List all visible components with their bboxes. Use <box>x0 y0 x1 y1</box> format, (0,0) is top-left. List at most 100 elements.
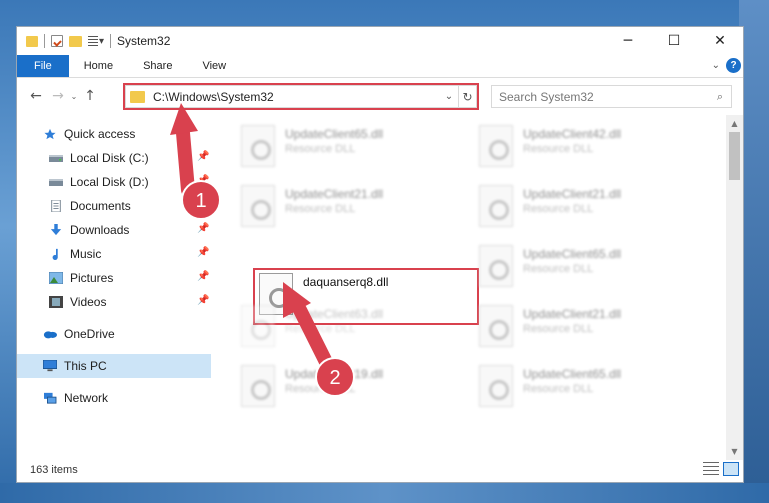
sidebar-item-label: Downloads <box>70 223 130 237</box>
dll-file-icon <box>241 185 275 227</box>
dll-file-icon <box>479 125 513 167</box>
sidebar-item-label: Pictures <box>70 271 114 285</box>
vertical-scrollbar[interactable]: ▲ ▼ <box>726 115 743 460</box>
documents-icon <box>51 200 61 212</box>
file-type: Resource DLL <box>285 323 356 335</box>
network-icon <box>44 392 57 404</box>
dll-file-icon <box>479 185 513 227</box>
large-icons-view-icon[interactable] <box>723 462 739 476</box>
properties-icon[interactable] <box>51 35 63 47</box>
file-name: UpdateClient65.dll <box>523 247 622 261</box>
scroll-up-icon[interactable]: ▲ <box>726 115 743 132</box>
pin-icon[interactable]: 📌 <box>197 295 209 306</box>
sidebar-item-quick-access[interactable]: Quick access <box>43 123 135 145</box>
chevron-down-icon: ▾ <box>99 35 105 47</box>
file-item[interactable]: UpdateClient65.dll Resource DLL <box>479 365 679 415</box>
file-name: UpdateClient65.dll <box>523 367 622 381</box>
file-name: UpdateClient21.dll <box>285 187 384 201</box>
sidebar-item-label: Music <box>70 247 102 261</box>
dll-file-icon <box>479 365 513 407</box>
file-item[interactable]: UpdateClient42.dll Resource DLL <box>479 125 679 175</box>
search-icon[interactable]: ⌕ <box>709 90 731 104</box>
sidebar-item-music[interactable]: Music <box>49 243 101 265</box>
computer-icon <box>43 360 57 372</box>
sidebar-item-label: Documents <box>70 199 131 213</box>
file-name: UpdateClient21.dll <box>523 187 622 201</box>
file-type: Resource DLL <box>523 383 594 395</box>
title-bar: ▾ System32 ─ ☐ ✕ <box>17 27 743 55</box>
tab-file[interactable]: File <box>17 55 69 77</box>
expand-ribbon-icon[interactable]: ⌄ <box>712 60 720 71</box>
toolbar-separator <box>44 34 45 48</box>
sidebar-item-onedrive[interactable]: OneDrive <box>43 323 115 345</box>
file-item[interactable]: UpdateClient19.dll Resource DLL <box>241 365 441 415</box>
forward-button[interactable]: → <box>47 88 69 104</box>
pin-icon[interactable]: 📌 <box>197 151 209 162</box>
file-name: UpdateClient63.dll <box>285 307 384 321</box>
file-item[interactable]: UpdateClient21.dll Resource DLL <box>479 305 679 355</box>
sidebar-item-this-pc[interactable]: This PC <box>43 355 107 377</box>
sidebar-item-documents[interactable]: Documents <box>49 195 131 217</box>
dll-file-icon <box>479 245 513 287</box>
maximize-button[interactable]: ☐ <box>651 27 697 55</box>
minimize-button[interactable]: ─ <box>605 27 651 55</box>
star-icon <box>44 128 56 140</box>
pin-icon[interactable]: 📌 <box>197 271 209 282</box>
new-folder-icon[interactable] <box>69 35 82 47</box>
sidebar-item-local-disk-c[interactable]: Local Disk (C:) <box>49 147 149 169</box>
close-button[interactable]: ✕ <box>697 27 743 55</box>
sidebar-item-label: OneDrive <box>64 327 115 341</box>
pin-icon[interactable]: 📌 <box>197 175 209 186</box>
file-type: Resource DLL <box>523 203 594 215</box>
details-view-icon[interactable] <box>703 462 719 476</box>
search-input[interactable]: Search System32 <box>499 90 709 104</box>
file-type: Resource DLL <box>285 143 356 155</box>
help-icon[interactable]: ? <box>726 58 741 73</box>
search-box[interactable]: Search System32 ⌕ <box>491 85 732 108</box>
up-button[interactable]: ↑ <box>79 88 101 104</box>
download-icon <box>50 224 62 236</box>
sidebar-item-label: Network <box>64 391 109 405</box>
pin-icon[interactable]: 📌 <box>197 199 209 210</box>
recent-locations-button[interactable]: ⌄ <box>69 92 79 101</box>
file-item[interactable]: UpdateClient63.dll Resource DLL <box>241 305 441 355</box>
desktop-background-bottom <box>0 483 769 503</box>
music-icon <box>52 248 58 260</box>
sidebar-item-pictures[interactable]: Pictures <box>49 267 113 289</box>
file-type: Resource DLL <box>523 143 594 155</box>
tab-view[interactable]: View <box>187 55 241 77</box>
file-item[interactable]: UpdateClient21.dll Resource DLL <box>479 185 679 235</box>
window-title: System32 <box>117 34 171 48</box>
drive-icon <box>49 155 63 162</box>
ribbon-tabs: File Home Share View ⌄ ? <box>17 55 743 78</box>
videos-icon <box>49 296 63 308</box>
file-item[interactable]: UpdateClient65.dll Resource DLL <box>241 125 441 175</box>
sidebar-item-label: Quick access <box>64 127 136 141</box>
tab-home[interactable]: Home <box>69 55 128 77</box>
file-type: Resource DLL <box>285 383 356 395</box>
navigation-pane: Quick access Local Disk (C:) 📌 Local Dis… <box>17 115 211 460</box>
sidebar-item-network[interactable]: Network <box>43 387 108 409</box>
dll-file-icon <box>241 365 275 407</box>
file-type: Resource DLL <box>523 263 594 275</box>
dll-file-icon <box>479 305 513 347</box>
pin-icon[interactable]: 📌 <box>197 223 209 234</box>
explorer-window: ▾ System32 ─ ☐ ✕ File Home Share View ⌄ … <box>16 26 744 483</box>
scroll-thumb[interactable] <box>729 132 740 180</box>
file-name: UpdateClient42.dll <box>523 127 622 141</box>
lines-icon <box>88 36 98 46</box>
sidebar-item-label: Videos <box>70 295 107 309</box>
back-button[interactable]: ← <box>25 88 47 104</box>
file-item[interactable]: UpdateClient65.dll Resource DLL <box>479 245 679 295</box>
file-type: Resource DLL <box>285 203 356 215</box>
item-count: 163 items <box>30 464 78 476</box>
sidebar-item-videos[interactable]: Videos <box>49 291 106 313</box>
pin-icon[interactable]: 📌 <box>197 247 209 258</box>
address-row: ← → ⌄ ↑ C:\Windows\System32 ⌄ ↻ Search S… <box>17 78 743 114</box>
customize-toolbar-button[interactable]: ▾ <box>88 36 104 47</box>
file-item[interactable]: UpdateClient21.dll Resource DLL <box>241 185 441 235</box>
sidebar-item-local-disk-d[interactable]: Local Disk (D:) <box>49 171 149 193</box>
cloud-icon <box>43 331 57 339</box>
sidebar-item-downloads[interactable]: Downloads <box>49 219 129 241</box>
tab-share[interactable]: Share <box>128 55 187 77</box>
